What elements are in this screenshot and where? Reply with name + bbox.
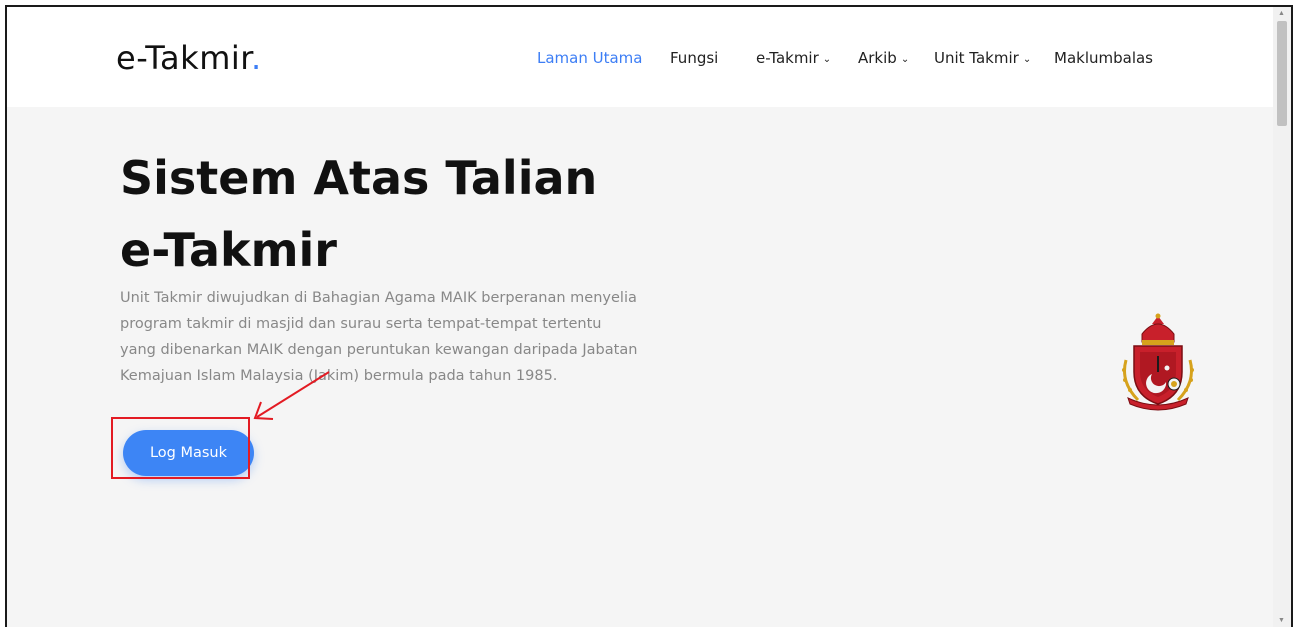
page-viewport: e-Takmir. Laman Utama Fungsi e-Takmir ⌄ A… (7, 7, 1277, 627)
site-header: e-Takmir. Laman Utama Fungsi e-Takmir ⌄ A… (7, 7, 1277, 107)
nav-label: Maklumbalas (1054, 49, 1153, 67)
nav-label: Fungsi (670, 49, 719, 67)
nav-label: Arkib (858, 49, 897, 67)
hero-description: Unit Takmir diwujudkan di Bahagian Agama… (120, 290, 638, 384)
scroll-up-arrow-icon[interactable]: ▲ (1278, 10, 1285, 17)
nav-label: Unit Takmir (934, 49, 1019, 67)
nav-fungsi[interactable]: Fungsi (670, 49, 718, 67)
browser-frame: e-Takmir. Laman Utama Fungsi e-Takmir ⌄ A… (5, 5, 1293, 627)
logo-text: e-Takmir (116, 39, 251, 77)
chevron-down-icon: ⌄ (822, 54, 832, 65)
hero-title: Sistem Atas Talian e-Takmir (120, 142, 720, 286)
hero-section: Sistem Atas Talian e-Takmir Unit Takmir … (7, 107, 1277, 627)
nav-label: Laman Utama (537, 49, 643, 67)
hero-title-line1: Sistem Atas Talian (120, 151, 598, 205)
nav-e-takmir[interactable]: e-Takmir ⌄ (756, 49, 831, 67)
hero-title-line2: e-Takmir (120, 223, 337, 277)
nav-unit-takmir[interactable]: Unit Takmir ⌄ (934, 49, 1031, 67)
chevron-down-icon: ⌄ (900, 54, 910, 65)
vertical-scrollbar[interactable]: ▲ ▼ (1273, 7, 1291, 627)
nav-label: e-Takmir (756, 49, 819, 67)
nav-arkib[interactable]: Arkib ⌄ (858, 49, 909, 67)
maik-crest-icon (1122, 313, 1194, 411)
nav-laman-utama[interactable]: Laman Utama (537, 49, 642, 67)
logo-dot: . (250, 39, 262, 77)
scrollbar-thumb[interactable] (1277, 21, 1287, 126)
site-logo[interactable]: e-Takmir. (116, 39, 262, 77)
login-button[interactable]: Log Masuk (123, 430, 254, 476)
scroll-down-arrow-icon[interactable]: ▼ (1278, 617, 1285, 624)
nav-maklumbalas[interactable]: Maklumbalas (1054, 49, 1153, 67)
red-arrow-icon (253, 371, 330, 420)
chevron-down-icon: ⌄ (1022, 54, 1032, 65)
